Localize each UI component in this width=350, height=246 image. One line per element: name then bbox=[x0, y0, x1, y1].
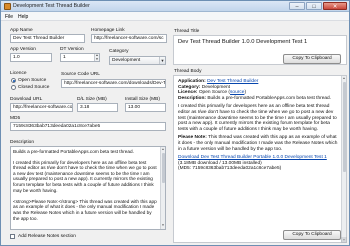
thread-body-content: Application: Dev Test Thread Builder Cat… bbox=[178, 79, 338, 172]
copy-title-button[interactable]: Copy To Clipboard bbox=[283, 54, 341, 64]
release-notes-label[interactable]: Add Release Notes section bbox=[18, 234, 76, 239]
description-paragraph: <strong>Please Note:</strong> This threa… bbox=[13, 198, 157, 221]
menu-file[interactable]: File bbox=[5, 14, 13, 20]
release-notes-checkbox[interactable] bbox=[10, 234, 15, 239]
dl-size-input[interactable]: 3.18 bbox=[77, 103, 118, 112]
title-bar[interactable]: Development Test Thread Builder – □ ✕ bbox=[1, 1, 349, 12]
thread-title-label: Thread Title bbox=[174, 29, 200, 34]
source-code-url-input[interactable]: http://freelancer-software.com/downloads… bbox=[61, 79, 166, 88]
install-size-input[interactable]: 13.00 bbox=[125, 103, 166, 112]
licence-closed-source-label[interactable]: Closed Source bbox=[18, 85, 49, 90]
app-name-label: App Name bbox=[10, 28, 33, 33]
md5-line: (MD5: 7159c8363bab713deeda02a1c8ce7abe5) bbox=[178, 166, 282, 172]
app-window: Development Test Thread Builder – □ ✕ Fi… bbox=[0, 0, 350, 246]
app-version-label: App Version bbox=[10, 47, 36, 52]
window-title: Development Test Thread Builder bbox=[13, 3, 90, 9]
chevron-down-icon: ▼ bbox=[159, 57, 165, 64]
copy-body-button[interactable]: Copy To Clipboard bbox=[283, 230, 341, 240]
download-url-input[interactable]: http://freelancer-software.co bbox=[10, 103, 73, 112]
scroll-thumb[interactable] bbox=[162, 153, 165, 183]
description-field-value: Builds a pre-formatted PortableApps.com … bbox=[207, 95, 332, 101]
homepage-input[interactable]: http://freelancer-software.com/sc bbox=[91, 34, 167, 43]
thread-title-text: Dev Test Thread Builder 1.0.0 Developmen… bbox=[178, 39, 308, 45]
category-field-value: Development bbox=[201, 84, 230, 90]
description-scrollbar[interactable]: ▲ ▼ bbox=[160, 147, 165, 229]
dl-size-label: D/L Size (MB) bbox=[77, 97, 107, 102]
category-value: Development bbox=[112, 58, 141, 63]
maximize-button[interactable]: □ bbox=[306, 2, 322, 10]
source-code-url-label: Source Code URL bbox=[61, 72, 100, 77]
thread-body-scrollbar[interactable]: ▲ ▼ bbox=[341, 76, 346, 242]
application-link[interactable]: Dev Test Thread Builder bbox=[207, 79, 258, 84]
licence-open-source-radio[interactable] bbox=[11, 78, 16, 83]
dt-version-value: 1 bbox=[63, 55, 66, 60]
menu-bar: File Help bbox=[1, 12, 349, 21]
homepage-label: Homepage Link bbox=[91, 28, 125, 33]
dt-version-label: DT Version bbox=[60, 47, 84, 52]
thread-body-panel: Application: Dev Test Thread Builder Cat… bbox=[173, 75, 347, 243]
source-link[interactable]: source bbox=[230, 90, 244, 95]
description-paragraph: I created this primarily for developers … bbox=[13, 159, 157, 193]
app-name-input[interactable]: Dev Test Thread Builder bbox=[10, 34, 85, 43]
description-label: Description bbox=[10, 140, 34, 145]
scroll-down-icon[interactable]: ▼ bbox=[161, 223, 165, 229]
md5-label: MD5 bbox=[10, 116, 21, 121]
licence-field-label: Licence: bbox=[178, 90, 198, 96]
download-meta: (3.18MB download / 13.00MB installed) bbox=[178, 160, 262, 166]
app-icon bbox=[4, 3, 11, 10]
body-paragraph: I created this primarily for developers … bbox=[178, 104, 337, 132]
dt-version-stepper[interactable]: 1 ▲ ▼ bbox=[60, 53, 100, 62]
description-field-label: Description: bbox=[178, 95, 206, 101]
install-size-label: Install Size (MB) bbox=[125, 97, 160, 102]
description-paragraph: Builds a pre-formatted PortableApps.com … bbox=[13, 148, 134, 154]
download-link[interactable]: Download Dev Test Thread Builder Portabl… bbox=[178, 155, 327, 160]
thread-body-label: Thread Body bbox=[174, 69, 202, 74]
scroll-thumb[interactable] bbox=[343, 82, 346, 172]
md5-input[interactable]: 7159c8363bab713deeda02a1c8ce7abe5 bbox=[10, 122, 166, 131]
menu-help[interactable]: Help bbox=[18, 14, 28, 20]
app-version-input[interactable]: 1.0 bbox=[10, 53, 52, 62]
spinner-arrows-icon[interactable]: ▲ ▼ bbox=[94, 54, 99, 61]
licence-label: Licence bbox=[10, 71, 27, 76]
scroll-up-icon[interactable]: ▲ bbox=[161, 147, 165, 153]
licence-open-source-label[interactable]: Open Source bbox=[18, 78, 46, 83]
licence-closed-source-radio[interactable] bbox=[11, 85, 16, 90]
description-textarea[interactable]: Builds a pre-formatted PortableApps.com … bbox=[10, 146, 166, 230]
category-select[interactable]: Development ▼ bbox=[109, 56, 166, 65]
minimize-button[interactable]: – bbox=[289, 2, 305, 10]
resize-grip-icon[interactable] bbox=[341, 237, 347, 243]
category-label: Category bbox=[109, 49, 129, 54]
note-label: Please Note: bbox=[178, 135, 207, 141]
scroll-up-icon[interactable]: ▲ bbox=[342, 76, 346, 80]
close-button[interactable]: ✕ bbox=[323, 2, 347, 10]
licence-field-value: Open Source bbox=[198, 90, 228, 96]
download-url-label: Download URL bbox=[10, 97, 43, 102]
application-field-label: Application: bbox=[178, 79, 206, 84]
category-field-label: Category: bbox=[178, 84, 201, 90]
